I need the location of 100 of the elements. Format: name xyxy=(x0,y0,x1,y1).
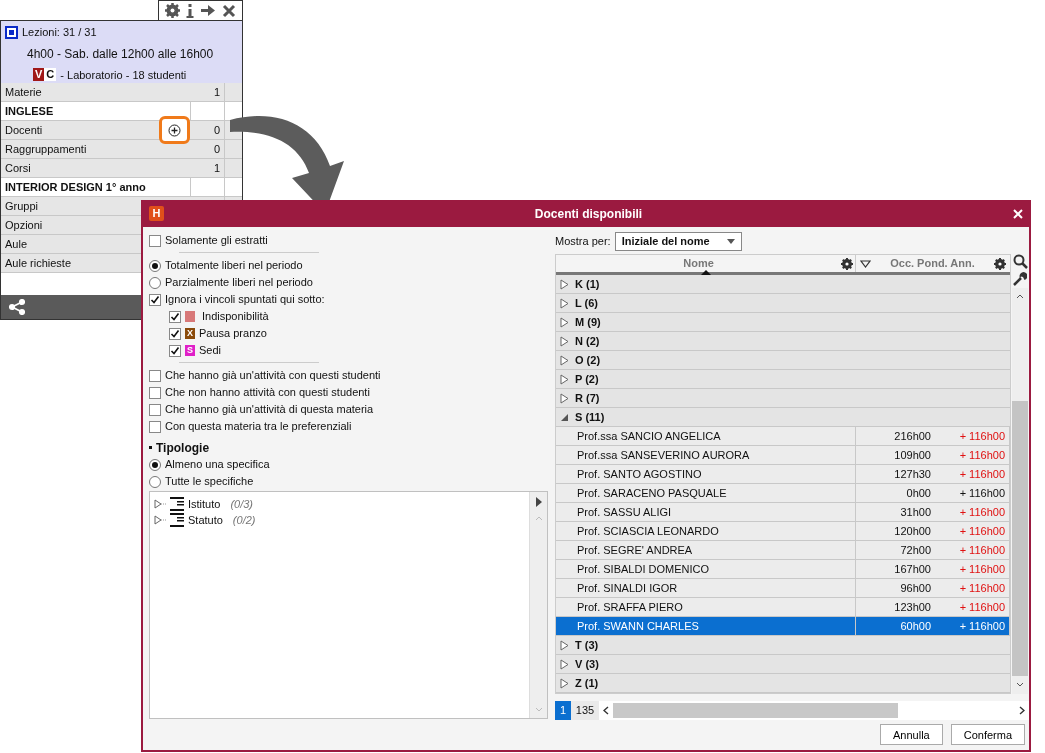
share-icon[interactable] xyxy=(9,299,25,315)
hours-cell-text: 31h00 xyxy=(899,505,931,520)
expand-triangle-icon[interactable] xyxy=(560,316,569,328)
column-header[interactable]: Occ. Pond. Ann. xyxy=(879,255,986,272)
search-icon[interactable] xyxy=(1012,254,1028,269)
row-label: Aule richieste xyxy=(4,255,72,271)
dialog-button[interactable]: Annulla xyxy=(880,724,943,745)
expand-triangle-icon[interactable] xyxy=(154,498,166,510)
hours-cell-text: 72h00 xyxy=(899,543,931,558)
wrench-icon[interactable] xyxy=(1013,272,1027,286)
option-label: Solamente gli estratti xyxy=(165,233,268,249)
option-label: Pausa pranzo xyxy=(199,326,267,342)
filter-triangle-icon[interactable] xyxy=(860,259,871,268)
option-label: Che non hanno attività con questi studenti xyxy=(165,385,370,401)
checkbox[interactable] xyxy=(149,293,161,306)
row-label: Docenti xyxy=(4,122,43,138)
expand-triangle-icon[interactable] xyxy=(154,514,166,526)
teacher-name: Prof. SEGRE' ANDREA xyxy=(556,541,856,559)
radio-button[interactable] xyxy=(149,475,161,488)
delta-cell: + 116h00 xyxy=(931,541,1010,559)
radio-button[interactable] xyxy=(149,259,161,272)
checkbox[interactable] xyxy=(169,344,181,357)
scroll-left-icon[interactable] xyxy=(603,706,609,715)
expand-triangle-icon[interactable] xyxy=(560,373,569,385)
row-count: 0 xyxy=(212,123,221,138)
teacher-row[interactable]: Prof. SCIASCIA LEONARDO 120h00 + 116h00 xyxy=(556,522,1010,541)
teacher-name: Prof. SCIASCIA LEONARDO xyxy=(556,522,856,540)
checkbox[interactable] xyxy=(149,403,161,416)
teacher-row[interactable]: Prof. SANTO AGOSTINO 127h30 + 116h00 xyxy=(556,465,1010,484)
checkbox[interactable] xyxy=(149,386,161,399)
lesson-details: - Laboratorio - 18 studenti xyxy=(60,67,187,83)
group-label: O (2) xyxy=(575,352,601,368)
teacher-row[interactable]: Prof. SARACENO PASQUALE 0h00 + 116h00 xyxy=(556,484,1010,503)
radio-button[interactable] xyxy=(149,276,161,289)
play-arrow-icon[interactable] xyxy=(534,497,543,507)
row-label: Corsi xyxy=(4,160,31,176)
teacher-row[interactable]: Prof. SINALDI IGOR 96h00 + 116h00 xyxy=(556,579,1010,598)
teacher-row[interactable]: Prof. SWANN CHARLES 60h00 + 116h00 xyxy=(556,617,1010,636)
app-logo: H xyxy=(149,206,164,221)
collapse-triangle-icon[interactable] xyxy=(560,412,569,422)
option-label: Ignora i vincoli spuntati qui sotto: xyxy=(165,292,325,308)
teacher-row[interactable]: Prof. SIBALDI DOMENICO 167h00 + 116h00 xyxy=(556,560,1010,579)
teacher-row[interactable]: Prof. SRAFFA PIERO 123h00 + 116h00 xyxy=(556,598,1010,617)
close-icon[interactable] xyxy=(222,3,236,18)
expand-triangle-icon[interactable] xyxy=(560,335,569,347)
scroll-up-icon[interactable] xyxy=(1016,293,1024,299)
teacher-row[interactable]: Prof.ssa SANCIO ANGELICA 216h00 + 116h00 xyxy=(556,427,1010,446)
option-label: Totalmente liberi nel periodo xyxy=(165,258,303,274)
group-label: Z (1) xyxy=(575,675,599,691)
column-header[interactable]: Nome xyxy=(556,255,841,272)
scroll-right-icon[interactable] xyxy=(1019,706,1025,715)
row-label: Opzioni xyxy=(4,217,43,233)
add-button[interactable] xyxy=(158,116,190,144)
teacher-row[interactable]: Prof. SEGRE' ANDREA 72h00 + 116h00 xyxy=(556,541,1010,560)
checkbox[interactable] xyxy=(149,369,161,382)
expand-triangle-icon[interactable] xyxy=(560,658,569,670)
caret-icon xyxy=(726,239,735,244)
teacher-name: Prof. SRAFFA PIERO xyxy=(556,598,856,616)
teacher-name: Prof. SANTO AGOSTINO xyxy=(556,465,856,483)
option-label: Parzialmente liberi nel periodo xyxy=(165,275,313,291)
expand-triangle-icon[interactable] xyxy=(560,354,569,366)
row-label: Raggruppamenti xyxy=(4,141,87,157)
group-label: P (2) xyxy=(575,371,599,387)
info-icon[interactable] xyxy=(186,2,194,19)
expand-triangle-icon[interactable] xyxy=(560,392,569,404)
delta-cell: + 116h00 xyxy=(931,560,1010,578)
show-by-label: Mostra per: xyxy=(555,234,611,250)
tag-label: C xyxy=(44,68,57,82)
radio-button[interactable] xyxy=(149,458,161,471)
arrow-right-icon[interactable] xyxy=(200,3,216,18)
scrollbar-thumb[interactable] xyxy=(1012,401,1028,676)
delta-cell: + 116h00 xyxy=(931,427,1010,445)
teacher-row[interactable]: Prof. SASSU ALIGI 31h00 + 116h00 xyxy=(556,503,1010,522)
dialog-title: Docenti disponibili xyxy=(534,205,643,223)
scroll-down-icon[interactable] xyxy=(1016,682,1024,688)
checkbox[interactable] xyxy=(169,310,181,323)
check-icon xyxy=(169,328,181,339)
checkbox[interactable] xyxy=(149,234,161,247)
course-square-icon xyxy=(5,25,18,39)
delta-cell: + 116h00 xyxy=(931,484,1010,502)
expand-triangle-icon[interactable] xyxy=(560,297,569,309)
scrollbar-thumb[interactable] xyxy=(613,703,898,718)
lesson-schedule: 4h00 - Sab. dalle 12h00 alle 16h00 xyxy=(26,45,214,63)
expand-triangle-icon[interactable] xyxy=(560,639,569,651)
gear-icon[interactable] xyxy=(841,257,853,270)
expand-triangle-icon[interactable] xyxy=(560,278,569,290)
hours-cell-text: 60h00 xyxy=(899,619,931,634)
gear-icon[interactable] xyxy=(994,257,1006,270)
checkbox[interactable] xyxy=(169,327,181,340)
expand-triangle-icon[interactable] xyxy=(560,677,569,689)
section-heading: Tipologie xyxy=(156,439,210,457)
teacher-row[interactable]: Prof.ssa SANSEVERINO AURORA 109h00 + 116h00 xyxy=(556,446,1010,465)
gear-icon[interactable] xyxy=(165,3,180,18)
show-by-dropdown[interactable]: Iniziale del nome xyxy=(614,232,742,251)
page-number[interactable]: 1 xyxy=(555,701,571,720)
teacher-name: Prof.ssa SANCIO ANGELICA xyxy=(556,427,856,445)
checkbox[interactable] xyxy=(149,420,161,433)
dialog-button[interactable]: Conferma xyxy=(950,724,1025,745)
tree-count: (0/2) xyxy=(232,512,256,528)
delta-cell: + 116h00 xyxy=(931,446,1010,464)
